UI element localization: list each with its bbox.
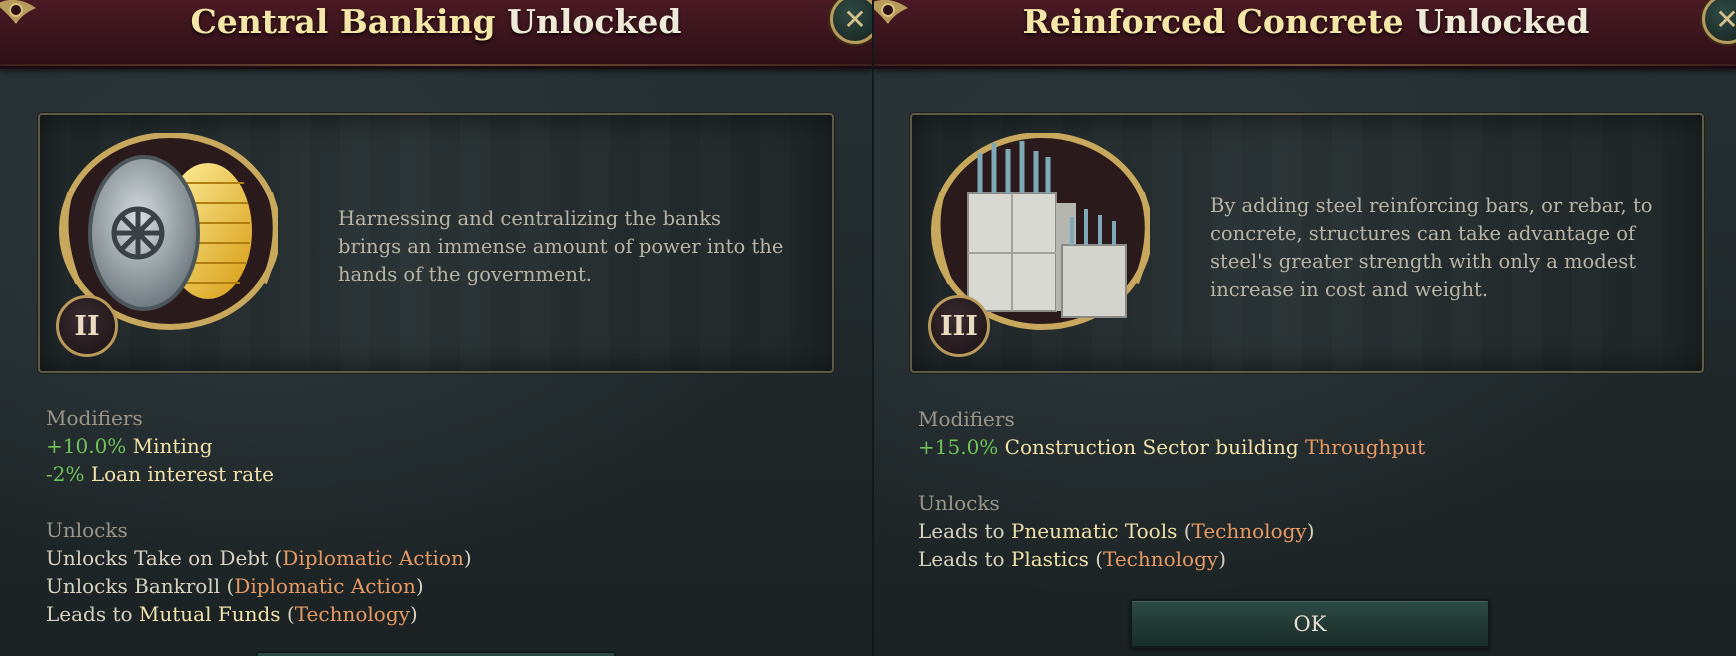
tech-name: Central Banking [190, 2, 496, 41]
modifier-value: +10.0% [46, 434, 127, 458]
tech-card: II Harnessing and centralizing the banks… [38, 113, 834, 373]
technology-link[interactable]: Technology [295, 602, 410, 626]
unlock-text: ) [1218, 547, 1227, 571]
panel-header: Reinforced Concrete Unlocked [874, 0, 1736, 69]
ok-button[interactable] [256, 651, 616, 656]
unlock-text: Unlocks Bankroll ( [46, 574, 235, 598]
unlock-row: Leads to Plastics (Technology) [918, 545, 1425, 573]
unlock-text: ) [409, 602, 418, 626]
unlock-row: Unlocks Take on Debt (Diplomatic Action) [46, 544, 472, 572]
modifier-label[interactable]: Loan interest rate [91, 462, 274, 486]
unlock-text: Leads to [918, 519, 1011, 543]
technology-link[interactable]: Technology [1103, 547, 1218, 571]
modifiers-heading: Modifiers [918, 407, 1015, 431]
modifier-row: -2% Loan interest rate [46, 460, 472, 488]
unlock-row: Leads to Pneumatic Tools (Technology) [918, 517, 1425, 545]
unlock-text: ( [1177, 519, 1192, 543]
tech-link-plastics[interactable]: Plastics [1011, 547, 1089, 571]
unlock-text: ) [415, 574, 424, 598]
modifier-value: +15.0% [918, 435, 999, 459]
unlock-text: Leads to [46, 602, 139, 626]
unlock-row: Unlocks Bankroll (Diplomatic Action) [46, 572, 472, 600]
diplomatic-action-link[interactable]: Diplomatic Action [234, 574, 416, 598]
throughput-link[interactable]: Throughput [1305, 435, 1425, 459]
tech-description: By adding steel reinforcing bars, or reb… [1210, 194, 1653, 301]
panel-header: Central Banking Unlocked [0, 0, 872, 69]
ok-button[interactable]: OK [1130, 599, 1490, 648]
unlock-row: Leads to Mutual Funds (Technology) [46, 600, 472, 628]
tech-link-pneumatic-tools[interactable]: Pneumatic Tools [1011, 519, 1177, 543]
effects-section: Modifiers +10.0% Minting -2% Loan intere… [46, 404, 472, 628]
effects-section: Modifiers +15.0% Construction Sector bui… [918, 405, 1425, 573]
unlocks-heading: Unlocks [918, 491, 1000, 515]
diplomatic-action-link[interactable]: Diplomatic Action [282, 546, 464, 570]
panel-title: Central Banking Unlocked [0, 0, 872, 44]
modifier-row: +15.0% Construction Sector building Thro… [918, 433, 1425, 461]
unlock-text: ( [280, 602, 295, 626]
unlocked-label: Unlocked [507, 2, 682, 41]
tech-description: Harnessing and centralizing the banks br… [338, 207, 784, 286]
reinforced-concrete-panel: Reinforced Concrete Unlocked ✕ III [872, 0, 1736, 656]
tech-name: Reinforced Concrete [1022, 2, 1404, 41]
unlock-text: ) [1306, 519, 1315, 543]
unlock-text: ) [463, 546, 472, 570]
panel-title: Reinforced Concrete Unlocked [874, 0, 1736, 44]
modifier-label[interactable]: Construction Sector building [1005, 435, 1305, 459]
modifiers-heading: Modifiers [46, 406, 143, 430]
modifier-value: -2% [46, 462, 85, 486]
tier-badge: III [928, 295, 990, 357]
unlock-text: Leads to [918, 547, 1011, 571]
tier-badge: II [56, 295, 118, 357]
unlock-text: Unlocks Take on Debt ( [46, 546, 283, 570]
modifier-row: +10.0% Minting [46, 432, 472, 460]
unlocks-heading: Unlocks [46, 518, 128, 542]
technology-link[interactable]: Technology [1192, 519, 1307, 543]
tech-link-mutual-funds[interactable]: Mutual Funds [139, 602, 281, 626]
tech-card: III By adding steel reinforcing bars, or… [910, 113, 1704, 373]
central-banking-panel: Central Banking Unlocked ✕ II Harnessing… [0, 0, 872, 656]
unlock-text: ( [1088, 547, 1104, 571]
modifier-label[interactable]: Minting [133, 434, 213, 458]
unlocked-label: Unlocked [1415, 2, 1590, 41]
